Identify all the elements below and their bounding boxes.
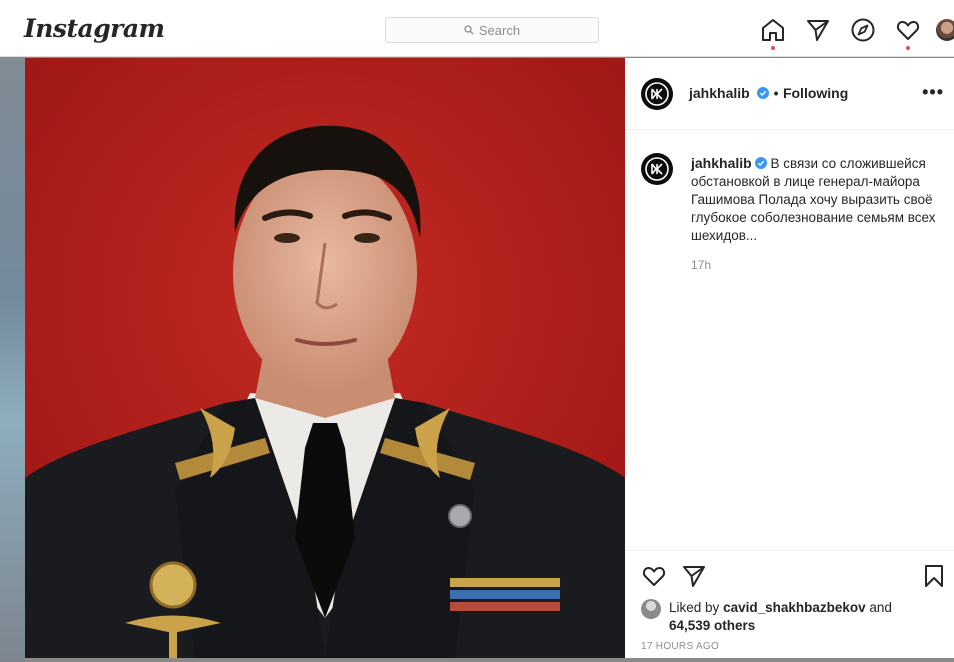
post-actions-section: Liked by cavid_shakhbazbekov and 64,539 … [625, 550, 954, 658]
search-box[interactable]: Search [385, 17, 599, 43]
home-icon [762, 19, 784, 41]
search-placeholder: Search [478, 22, 521, 38]
likes-prefix: Liked by [669, 600, 720, 615]
verified-badge-icon [754, 157, 767, 169]
liker-username[interactable]: cavid_shakhbazbekov [723, 600, 866, 615]
portrait-image [25, 58, 625, 658]
save-button[interactable] [921, 563, 947, 589]
instagram-logo[interactable]: Instagram [24, 14, 165, 43]
post-header: jahkhalib • Following ••• [625, 58, 954, 130]
profile-avatar[interactable] [936, 19, 954, 41]
paper-plane-icon [807, 20, 829, 41]
more-options-button[interactable]: ••• [922, 82, 944, 103]
top-navigation-bar: Instagram Search [0, 0, 954, 57]
likes-summary: Liked by cavid_shakhbazbekov and 64,539 … [669, 599, 892, 635]
author-avatar[interactable] [641, 78, 673, 110]
author-line: jahkhalib • Following [689, 85, 848, 103]
caption-timestamp[interactable]: 17h [691, 258, 711, 272]
nav-activity-button[interactable] [895, 17, 921, 50]
nav-icon-group [760, 17, 921, 50]
share-button[interactable] [681, 563, 707, 589]
search-icon [464, 25, 474, 35]
author-logo-icon [645, 82, 669, 106]
share-icon [683, 566, 705, 587]
post-caption: jahkhalib В связи со сложившейся обстано… [691, 154, 939, 245]
post-detail-panel: jahkhalib • Following ••• jahkhalib В св… [625, 58, 954, 658]
likes-others-count[interactable]: 64,539 others [669, 618, 755, 633]
bookmark-icon [925, 565, 943, 587]
background-feed [0, 57, 25, 662]
post-photo[interactable] [25, 58, 625, 658]
nav-direct-button[interactable] [805, 17, 831, 43]
nav-home-button[interactable] [760, 17, 786, 50]
post-date[interactable]: 17 HOURS AGO [641, 641, 719, 652]
verified-badge-icon [757, 87, 770, 99]
notification-dot [906, 46, 910, 50]
heart-icon [642, 567, 666, 586]
compass-icon [851, 18, 875, 42]
dot-separator: • [773, 85, 779, 101]
liker-avatar[interactable] [641, 599, 661, 619]
caption-username[interactable]: jahkhalib [691, 155, 752, 171]
like-button[interactable] [641, 563, 667, 589]
heart-icon [896, 21, 920, 40]
author-logo-icon [645, 157, 669, 181]
following-button[interactable]: Following [783, 85, 848, 101]
likes-joiner: and [869, 600, 892, 615]
author-username[interactable]: jahkhalib [689, 85, 750, 101]
notification-dot [771, 46, 775, 50]
caption-author-avatar[interactable] [641, 153, 673, 185]
nav-explore-button[interactable] [850, 17, 876, 43]
